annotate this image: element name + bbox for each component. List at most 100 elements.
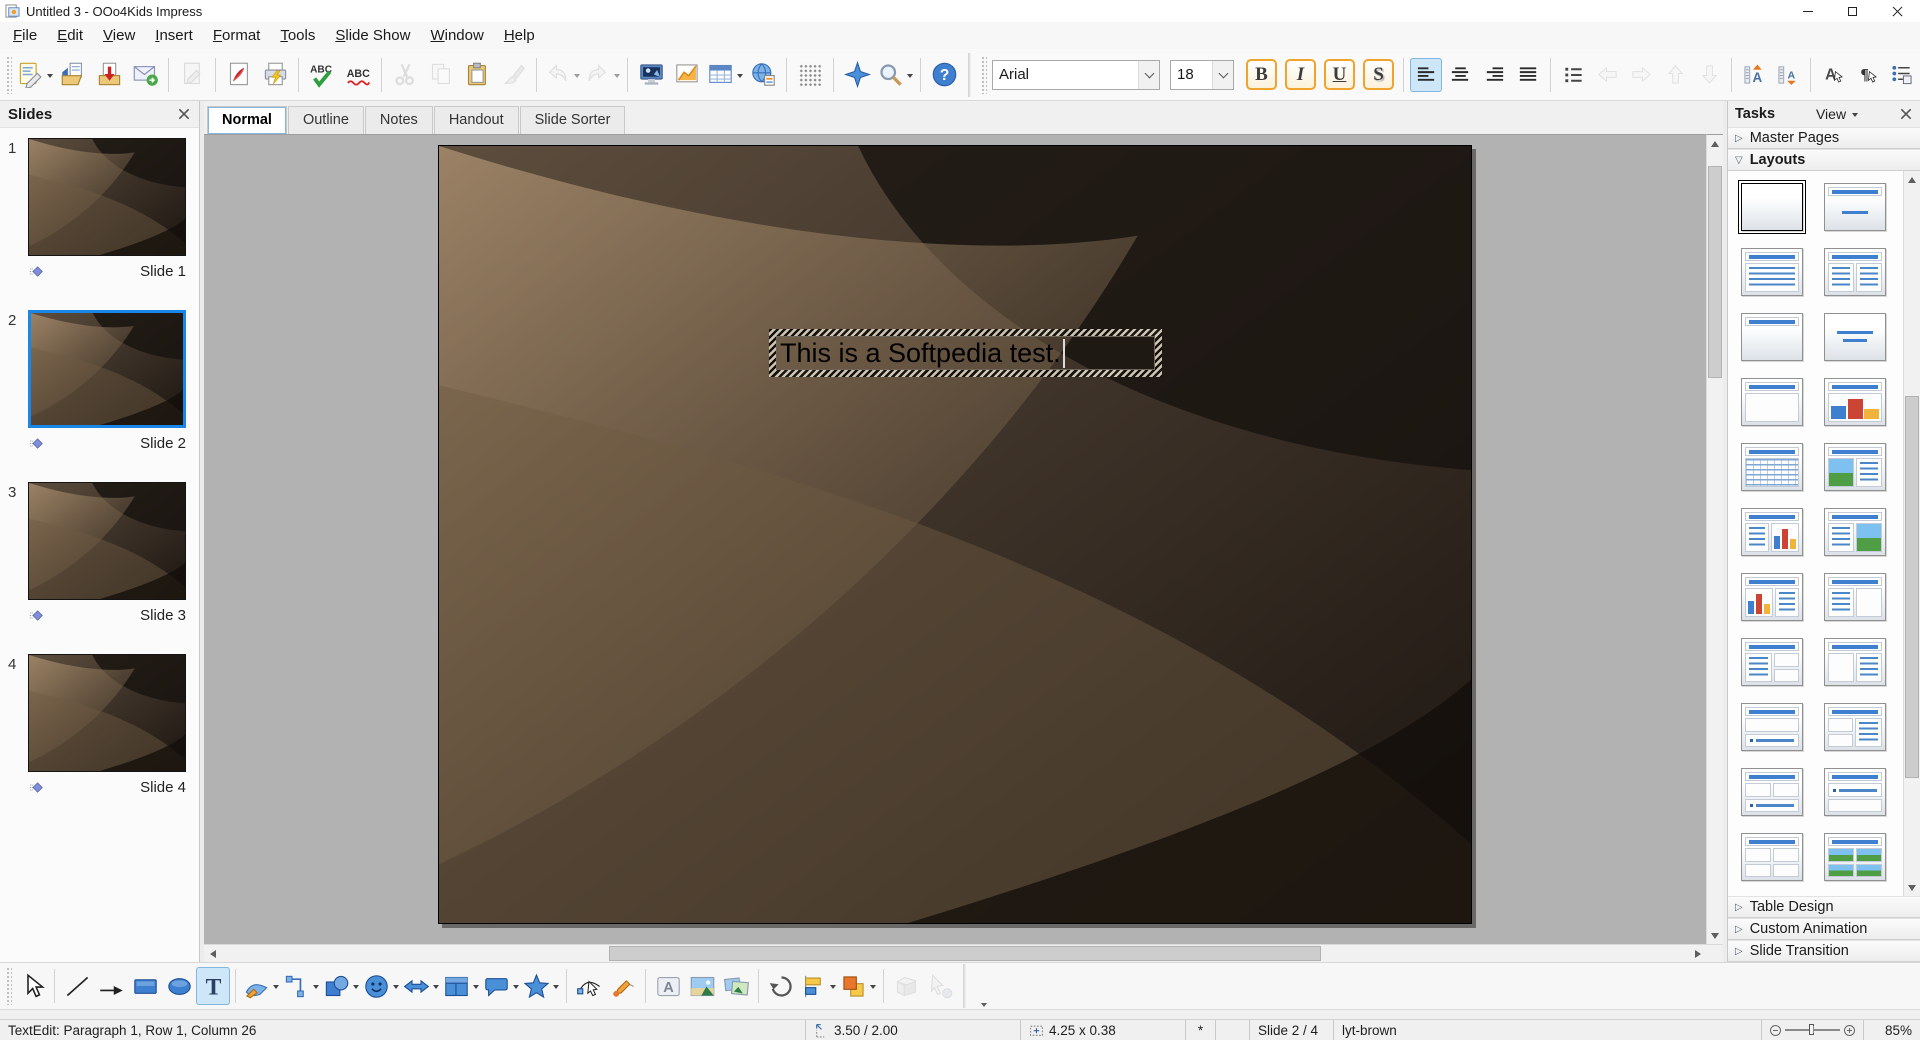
- dropdown-arrow-icon[interactable]: [574, 73, 580, 81]
- layout-title-subtitle[interactable]: [1824, 183, 1886, 231]
- format-toolbar-grip[interactable]: [981, 55, 987, 94]
- slide-item-4[interactable]: 4 Slide 4: [0, 646, 199, 818]
- dropdown-arrow-icon[interactable]: [473, 985, 479, 992]
- character-dialog-button[interactable]: A: [1817, 58, 1849, 92]
- slide-editing-area[interactable]: This is a Softpedia test.: [438, 145, 1472, 924]
- minimize-button[interactable]: [1785, 0, 1830, 22]
- tasks-panel-close-button[interactable]: [1899, 107, 1913, 121]
- dropdown-arrow-icon[interactable]: [614, 73, 620, 81]
- dropdown-arrow-icon[interactable]: [47, 73, 53, 81]
- tab-notes[interactable]: Notes: [364, 106, 433, 134]
- menu-insert[interactable]: Insert: [145, 24, 203, 47]
- drawing-toolbar-grip[interactable]: [6, 967, 12, 1005]
- scroll-right-button[interactable]: [1689, 945, 1706, 962]
- dropdown-arrow-icon[interactable]: [737, 73, 743, 81]
- layout-title-content[interactable]: [1741, 378, 1803, 426]
- vertical-scroll-thumb[interactable]: [1708, 166, 1722, 378]
- dropdown-arrow-icon[interactable]: [393, 985, 399, 992]
- ellipse-button[interactable]: [162, 967, 196, 1005]
- insert-chart-button[interactable]: [669, 55, 705, 95]
- text-button[interactable]: T: [196, 967, 230, 1005]
- layout-title-content-bullets[interactable]: [1824, 638, 1886, 686]
- spellcheck-button[interactable]: ABC: [304, 55, 340, 95]
- section-custom-animation[interactable]: ▷ Custom Animation: [1728, 918, 1920, 940]
- paragraph-dialog-button[interactable]: ¶: [1851, 58, 1883, 92]
- menu-help[interactable]: Help: [494, 24, 545, 47]
- zoom-slider[interactable]: [1762, 1020, 1864, 1040]
- font-name-dropdown-icon[interactable]: [1138, 60, 1159, 89]
- layout-title-chart[interactable]: [1824, 378, 1886, 426]
- send-email-button[interactable]: [127, 55, 163, 95]
- underline-button[interactable]: U: [1324, 59, 1355, 90]
- layouts-scroll-up-button[interactable]: [1904, 171, 1920, 188]
- scroll-up-button[interactable]: [1707, 135, 1723, 152]
- font-size-combo[interactable]: 18: [1170, 59, 1234, 90]
- dropdown-arrow-icon[interactable]: [830, 985, 836, 992]
- status-zoom-value[interactable]: 85%: [1864, 1020, 1920, 1040]
- rectangle-button[interactable]: [128, 967, 162, 1005]
- layout-title-chart-bullets[interactable]: [1741, 573, 1803, 621]
- section-layouts[interactable]: ▽ Layouts: [1728, 149, 1920, 171]
- tasks-view-menu[interactable]: View: [1816, 106, 1859, 122]
- dropdown-arrow-icon[interactable]: [313, 985, 319, 992]
- edit-points-button[interactable]: [572, 967, 606, 1005]
- layout-centered-text[interactable]: [1824, 313, 1886, 361]
- display-mode-button[interactable]: [633, 55, 669, 95]
- menu-window[interactable]: Window: [420, 24, 493, 47]
- scroll-left-button[interactable]: [204, 945, 221, 962]
- horizontal-scrollbar[interactable]: [204, 944, 1706, 962]
- section-slide-transition[interactable]: ▷ Slide Transition: [1728, 940, 1920, 962]
- zoom-out-button[interactable]: [1770, 1024, 1781, 1036]
- menu-tools[interactable]: Tools: [270, 24, 325, 47]
- font-size-dropdown-icon[interactable]: [1212, 60, 1233, 89]
- scroll-down-button[interactable]: [1707, 927, 1723, 944]
- rotate-button[interactable]: [764, 967, 798, 1005]
- print-button[interactable]: [257, 55, 293, 95]
- navigator-button[interactable]: [839, 55, 875, 95]
- vertical-scroll-track[interactable]: [1707, 152, 1723, 927]
- align-left-button[interactable]: [1410, 57, 1442, 92]
- menu-view[interactable]: View: [93, 24, 145, 47]
- layout-title-two-boxes-bulletline[interactable]: [1741, 768, 1803, 816]
- font-name-combo[interactable]: Arial: [992, 59, 1160, 90]
- shadow-button[interactable]: S: [1363, 59, 1394, 90]
- slides-panel-close-button[interactable]: [177, 107, 191, 121]
- layout-title-bullets-two-content[interactable]: [1741, 638, 1803, 686]
- layout-title-picture-bullets[interactable]: [1824, 443, 1886, 491]
- paste-button[interactable]: [459, 55, 495, 95]
- menu-file[interactable]: File: [3, 24, 47, 47]
- horizontal-scroll-thumb[interactable]: [609, 946, 1321, 961]
- display-grid-button[interactable]: [792, 55, 828, 95]
- layout-title-bullets-chart[interactable]: [1741, 508, 1803, 556]
- vertical-scrollbar[interactable]: [1706, 134, 1723, 944]
- slide-item-2[interactable]: 2 Slide 2: [0, 302, 199, 474]
- new-presentation-button[interactable]: [15, 55, 55, 95]
- auto-spellcheck-button[interactable]: ABC: [340, 55, 376, 95]
- zoom-in-button[interactable]: [1844, 1024, 1855, 1036]
- export-pdf-button[interactable]: [221, 55, 257, 95]
- curve-button[interactable]: [241, 967, 281, 1005]
- layouts-scrollbar[interactable]: [1903, 171, 1920, 896]
- menu-edit[interactable]: Edit: [47, 24, 93, 47]
- tab-outline[interactable]: Outline: [287, 106, 364, 134]
- open-button[interactable]: [55, 55, 91, 95]
- slide-thumbnail[interactable]: [28, 138, 186, 256]
- alignment-button[interactable]: [798, 967, 838, 1005]
- maximize-button[interactable]: [1830, 0, 1875, 22]
- justify-button[interactable]: [1512, 58, 1544, 92]
- align-center-button[interactable]: [1444, 58, 1476, 92]
- line-button[interactable]: [60, 967, 94, 1005]
- zoom-slider-track[interactable]: [1785, 1024, 1840, 1036]
- flowchart-button[interactable]: [441, 967, 481, 1005]
- dropdown-arrow-icon[interactable]: [353, 985, 359, 992]
- layout-title-bullets-content[interactable]: [1824, 573, 1886, 621]
- italic-button[interactable]: I: [1285, 59, 1316, 90]
- layout-title-table[interactable]: [1741, 443, 1803, 491]
- gallery-button[interactable]: [719, 967, 753, 1005]
- bullets-numbering-button[interactable]: [1885, 58, 1917, 92]
- insert-table-button[interactable]: [705, 55, 745, 95]
- dropdown-arrow-icon[interactable]: [433, 985, 439, 992]
- zoom-slider-thumb[interactable]: [1809, 1024, 1815, 1036]
- bullets-on-off-button[interactable]: [1557, 58, 1589, 92]
- toolbar-grip[interactable]: [6, 55, 12, 94]
